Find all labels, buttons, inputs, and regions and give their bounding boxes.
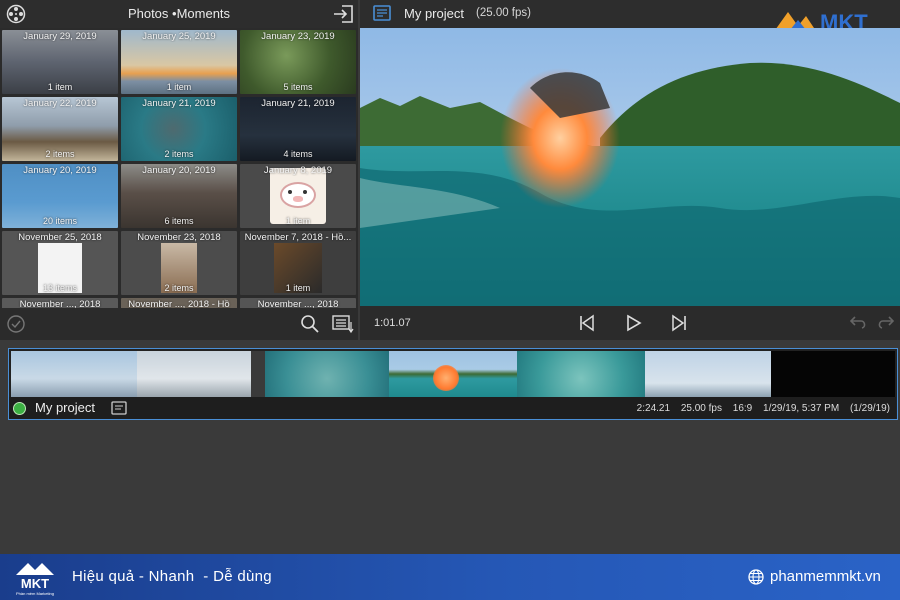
skip-forward-icon[interactable] [670,314,688,332]
moment-date: November 23, 2018 [137,232,221,243]
preview-frame [360,28,900,306]
moment-thumb[interactable]: November 23, 2018 2 items [121,231,237,295]
playhead-timecode: 1:01.07 [374,317,411,329]
project-list: My project 2:24.21 25.00 fps 16:9 1/29/1… [0,340,900,554]
moment-count: 1 item [166,82,192,92]
svg-text:MKT: MKT [21,576,49,591]
media-browser: Photos •Moments January 29, 2019 1 item … [0,0,358,340]
project-metadata: 2:24.21 25.00 fps 16:9 1/29/19, 5:37 PM … [629,403,890,414]
import-icon[interactable] [332,4,354,24]
moment-date: November 25, 2018 [18,232,102,243]
project-name[interactable]: My project [35,400,95,415]
moment-count: 13 items [42,283,77,293]
banner-website[interactable]: phanmemmkt.vn [770,568,881,585]
browser-toolbar [0,308,358,340]
moment-date: January 21, 2019 [142,98,216,109]
sort-icon[interactable] [332,314,354,334]
moment-date: November ..., 2018 - Hồ [128,299,230,308]
project-modified: (1/29/19) [849,403,890,414]
browser-header: Photos •Moments [0,0,358,28]
moment-thumb[interactable]: January 29, 2019 1 item [2,30,118,94]
moment-count: 6 items [164,216,194,226]
project-info-bar: My project 2:24.21 25.00 fps 16:9 1/29/1… [9,397,896,419]
moment-count: 2 items [164,149,194,159]
moment-thumb[interactable]: January 21, 2019 2 items [121,97,237,161]
skip-back-icon[interactable] [578,314,596,332]
clip-frame [137,351,251,397]
moment-date: November ..., 2018 [19,299,101,308]
undo-icon[interactable] [848,315,868,331]
clip-frame [265,351,389,397]
moments-grid: January 29, 2019 1 item January 25, 2019… [2,30,356,308]
moment-date: November ..., 2018 [257,299,339,308]
moment-thumb[interactable]: January 21, 2019 4 items [240,97,356,161]
moment-thumb[interactable]: November ..., 2018 [240,298,356,308]
banner-slogan: Hiệu quả - Nhanh - Dễ dùng [72,568,272,585]
moment-thumb[interactable]: January 20, 2019 6 items [121,164,237,228]
clip-frame [11,351,137,397]
clip-frame [251,351,265,397]
clip-frame [517,351,645,397]
mkt-banner-logo: MKT Phần mềm Marketing [16,563,54,596]
project-header: My project (25.00 fps) MKT Phần mềm Mark… [360,0,900,41]
moment-date: January 20, 2019 [142,165,216,176]
note-icon[interactable] [111,401,127,415]
moment-count: 1 item [285,216,311,226]
project-filmstrip [11,351,895,397]
moment-date: January 8, 2019 [263,165,333,176]
project-settings-icon[interactable] [372,4,392,24]
select-check-icon[interactable] [6,314,26,334]
moment-date: January 25, 2019 [142,31,216,42]
app-window: Photos •Moments January 29, 2019 1 item … [0,0,900,600]
play-icon[interactable] [624,314,642,332]
browser-title[interactable]: Photos •Moments [0,6,358,21]
redo-icon[interactable] [876,315,896,331]
project-title[interactable]: My project [404,6,464,21]
clip-frame [645,351,771,397]
moment-thumb[interactable]: January 22, 2019 2 items [2,97,118,161]
moment-thumb[interactable]: January 23, 2019 5 items [240,30,356,94]
moment-count: 4 items [283,149,313,159]
moment-thumb[interactable]: January 25, 2019 1 item [121,30,237,94]
moment-count: 1 item [285,283,311,293]
promo-banner: MKT Phần mềm Marketing Hiệu quả - Nhanh … [0,554,900,600]
project-frame-rate: 25.00 fps [680,403,722,414]
moment-thumb[interactable]: November 25, 2018 13 items [2,231,118,295]
project-created: 1/29/19, 5:37 PM [763,403,840,414]
project-aspect: 16:9 [732,403,753,414]
moment-count: 2 items [45,149,75,159]
search-icon[interactable] [300,314,320,334]
moment-date: January 23, 2019 [261,31,335,42]
moment-thumb[interactable]: November 7, 2018 - Hồ... 1 item [240,231,356,295]
moment-thumb[interactable]: January 20, 2019 20 items [2,164,118,228]
moment-thumb[interactable]: November ..., 2018 [2,298,118,308]
moment-count: 2 items [164,283,194,293]
moment-count: 5 items [283,82,313,92]
project-duration: 2:24.21 [636,403,671,414]
video-preview[interactable] [360,28,900,306]
moment-date: November 7, 2018 - Hồ... [244,232,352,243]
moment-date: January 20, 2019 [23,165,97,176]
project-fps: (25.00 fps) [476,7,531,19]
status-indicator [13,402,26,415]
moment-thumb[interactable]: November ..., 2018 - Hồ [121,298,237,308]
clip-frame [389,351,517,397]
clip-frame [771,351,895,397]
moment-count: 20 items [42,216,77,226]
moment-thumb[interactable]: January 8, 2019 1 item [240,164,356,228]
moment-count: 1 item [47,82,73,92]
transport-bar: 1:01.07 [360,306,900,340]
svg-text:Phần mềm Marketing: Phần mềm Marketing [16,591,54,596]
moment-date: January 21, 2019 [261,98,335,109]
globe-icon [748,569,764,585]
moment-date: January 29, 2019 [23,31,97,42]
moment-date: January 22, 2019 [23,98,97,109]
project-strip[interactable]: My project 2:24.21 25.00 fps 16:9 1/29/1… [8,348,898,420]
